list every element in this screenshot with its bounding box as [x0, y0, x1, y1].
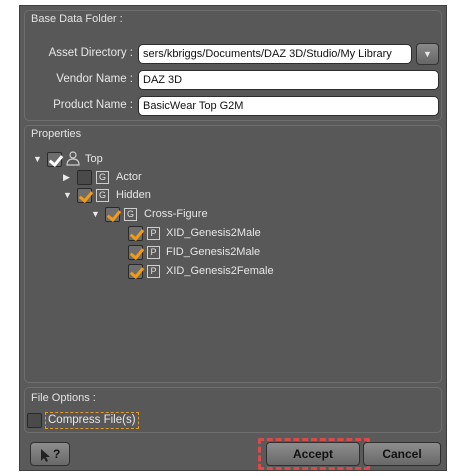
tree-item-hidden[interactable]: ▼ G Hidden: [25, 187, 425, 203]
tree-item-label: Cross-Figure: [144, 208, 208, 220]
property-icon: P: [147, 227, 160, 240]
tree-item-label: XID_Genesis2Male: [166, 227, 261, 239]
asset-directory-dropdown-button[interactable]: ▼: [416, 43, 439, 65]
save-dialog: Base Data Folder : Asset Directory : ser…: [19, 5, 447, 471]
cancel-button[interactable]: Cancel: [363, 442, 441, 466]
expand-down-icon[interactable]: ▼: [63, 190, 73, 200]
compress-files-label[interactable]: Compress File(s): [45, 412, 139, 429]
tree-item-xid-genesis2male[interactable]: P XID_Genesis2Male: [25, 225, 425, 241]
property-icon: P: [147, 265, 160, 278]
tree-item-actor[interactable]: ▶ G Actor: [25, 169, 425, 185]
vendor-name-field[interactable]: DAZ 3D: [138, 70, 439, 90]
tree-item-label: FID_Genesis2Male: [166, 246, 261, 258]
top-checkbox[interactable]: [47, 152, 62, 167]
group-icon: G: [96, 189, 109, 202]
product-name-field[interactable]: BasicWear Top G2M: [138, 96, 439, 116]
asset-directory-field[interactable]: sers/kbriggs/Documents/DAZ 3D/Studio/My …: [138, 44, 412, 64]
compress-files-checkbox[interactable]: [27, 413, 42, 428]
hidden-checkbox[interactable]: [77, 188, 92, 203]
tree-item-xid-genesis2female[interactable]: P XID_Genesis2Female: [25, 263, 425, 279]
help-label: ?: [53, 447, 61, 461]
xid-genesis2male-checkbox[interactable]: [128, 226, 143, 241]
file-options-title: File Options :: [31, 392, 96, 404]
base-data-folder-title: Base Data Folder :: [31, 13, 123, 25]
asset-directory-label: Asset Directory :: [48, 47, 133, 59]
fid-genesis2male-checkbox[interactable]: [128, 245, 143, 260]
help-cursor-icon: [41, 448, 50, 462]
file-options-group: File Options : Compress File(s): [24, 387, 442, 433]
actor-checkbox[interactable]: [77, 170, 92, 185]
tree-item-label: Top: [85, 153, 103, 165]
group-icon: G: [96, 171, 109, 184]
expand-down-icon[interactable]: ▼: [91, 209, 101, 219]
tree-item-top[interactable]: ▼ Top: [25, 151, 425, 167]
help-button[interactable]: ?: [30, 442, 70, 466]
properties-group: Properties ▼ Top ▶ G Actor ▼ G Hidden ▼: [24, 125, 442, 383]
expand-down-icon[interactable]: ▼: [33, 154, 43, 164]
figure-icon: [66, 151, 80, 166]
properties-title: Properties: [31, 128, 82, 140]
xid-genesis2female-checkbox[interactable]: [128, 264, 143, 279]
base-data-folder-group: Base Data Folder : Asset Directory : ser…: [24, 10, 442, 121]
tree-item-fid-genesis2male[interactable]: P FID_Genesis2Male: [25, 244, 425, 260]
tree-item-cross-figure[interactable]: ▼ G Cross-Figure: [25, 206, 425, 222]
group-icon: G: [124, 208, 137, 221]
product-name-label: Product Name :: [53, 99, 133, 111]
tree-item-label: Actor: [116, 171, 142, 183]
chevron-down-icon: ▼: [423, 49, 432, 59]
property-icon: P: [147, 246, 160, 259]
vendor-name-label: Vendor Name :: [56, 73, 133, 85]
tree-item-label: Hidden: [116, 189, 151, 201]
expand-right-icon[interactable]: ▶: [63, 172, 73, 182]
accept-button[interactable]: Accept: [266, 442, 360, 466]
cross-figure-checkbox[interactable]: [105, 207, 120, 222]
tree-item-label: XID_Genesis2Female: [166, 265, 274, 277]
